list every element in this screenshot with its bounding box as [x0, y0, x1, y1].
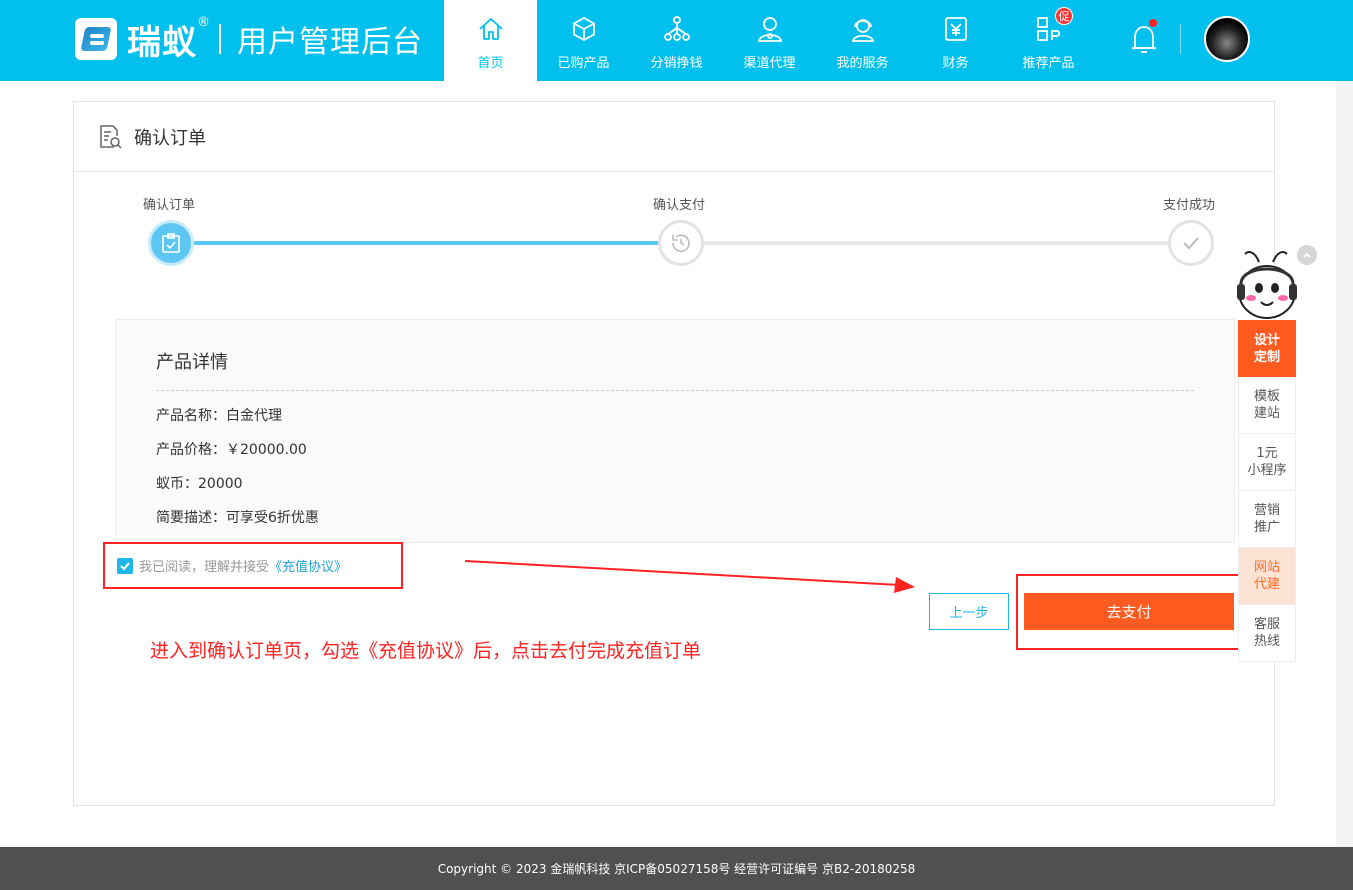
- side-item-template-site[interactable]: 模板 建站: [1238, 377, 1296, 434]
- step-label-confirm-order: 确认订单: [143, 198, 196, 213]
- main-nav: 首页 已购产品 分销挣钱 渠道代理 我的服务 财务 促 推荐产品: [444, 0, 1095, 81]
- logo-brand: 瑞蚁 ®: [127, 14, 211, 63]
- history-clock-icon: [672, 234, 690, 253]
- top-header: 瑞蚁 ® 用户管理后台 首页 已购产品 分销挣钱 渠道代理 我的服务 财务 促 …: [0, 0, 1353, 81]
- side-item-design-custom[interactable]: 设计 定制: [1238, 320, 1296, 377]
- avatar[interactable]: [1204, 16, 1250, 62]
- nav-recommended[interactable]: 促 推荐产品: [1002, 0, 1095, 81]
- registered-mark: ®: [197, 14, 211, 30]
- nav-label: 渠道代理: [743, 56, 796, 71]
- nav-home[interactable]: 首页: [444, 0, 537, 81]
- step-label-confirm-pay: 确认支付: [653, 198, 706, 213]
- step-circle-confirm-pay: [658, 220, 704, 266]
- checkmark-icon: [1183, 237, 1199, 250]
- product-detail-box: 产品详情 产品名称：白金代理 产品价格：￥20000.00 蚁币：20000 简…: [115, 319, 1235, 543]
- scrollbar[interactable]: [1336, 81, 1353, 847]
- order-search-icon: [100, 124, 122, 149]
- annotation-arrow-icon: [464, 560, 915, 593]
- footer: Copyright © 2023 金瑞帆科技 京ICP备05027158号 经营…: [0, 847, 1353, 890]
- detail-row-product-price: 产品价格：￥20000.00: [156, 442, 307, 458]
- side-item-label: 营销 推广: [1253, 503, 1280, 535]
- app-subtitle: 用户管理后台: [237, 25, 423, 60]
- nav-label: 财务: [942, 56, 969, 71]
- step-circle-confirm-order: [148, 220, 194, 266]
- header-divider: [1180, 24, 1181, 54]
- side-item-marketing[interactable]: 营销 推广: [1238, 491, 1296, 548]
- bell-icon[interactable]: [1129, 22, 1159, 56]
- agreement-text: 我已阅读，理解并接受《充值协议》: [139, 556, 347, 575]
- go-pay-button[interactable]: 去支付: [1024, 593, 1234, 630]
- side-item-mini-program[interactable]: 1元 小程序: [1238, 434, 1296, 491]
- agreement-highlight-box: 我已阅读，理解并接受《充值协议》: [103, 542, 403, 589]
- nav-purchased[interactable]: 已购产品: [537, 0, 630, 81]
- detail-row-product-name: 产品名称：白金代理: [156, 408, 282, 424]
- service-headset-icon: [848, 14, 878, 44]
- home-icon: [476, 14, 506, 44]
- confirm-order-panel: 确认订单 确认订单 确认支付 支付成功 产品详情 产品名称：白金代理 产品价格：…: [73, 101, 1275, 806]
- side-float-bar: 设计 定制 模板 建站 1元 小程序 营销 推广 网站 代建 客服 热线: [1238, 320, 1296, 662]
- logo-mark-icon: [75, 18, 117, 60]
- side-item-label: 模板 建站: [1253, 389, 1280, 421]
- notification-dot: [1149, 19, 1157, 27]
- nav-label: 推荐产品: [1022, 56, 1075, 71]
- detail-title: 产品详情: [156, 348, 1194, 391]
- check-icon: [120, 561, 130, 570]
- nav-label: 已购产品: [557, 56, 610, 71]
- prev-step-button[interactable]: 上一步: [929, 593, 1009, 630]
- step-progress-line-done: [184, 241, 664, 245]
- nav-my-services[interactable]: 我的服务: [816, 0, 909, 81]
- side-item-website-build[interactable]: 网站 代建: [1238, 548, 1296, 605]
- nav-channel-agent[interactable]: 渠道代理: [723, 0, 816, 81]
- annotation-note: 进入到确认订单页，勾选《充值协议》后，点击去付完成充值订单: [150, 640, 702, 662]
- side-item-hotline[interactable]: 客服 热线: [1238, 605, 1296, 662]
- finance-yen-icon: [941, 14, 971, 44]
- logo-divider: [219, 24, 221, 54]
- side-item-label: 1元 小程序: [1247, 446, 1287, 478]
- box-icon: [569, 14, 599, 44]
- agreement-checkbox[interactable]: [117, 557, 133, 574]
- agent-user-icon: [755, 14, 785, 44]
- nav-finance[interactable]: 财务: [909, 0, 1002, 81]
- side-item-label: 网站 代建: [1253, 560, 1280, 592]
- step-label-pay-success: 支付成功: [1163, 198, 1216, 213]
- footer-copyright: Copyright © 2023 金瑞帆科技 京ICP备05027158号 经营…: [437, 862, 916, 876]
- side-bar-collapse-button[interactable]: [1297, 245, 1317, 265]
- step-circle-pay-success: [1168, 220, 1214, 266]
- nav-label: 分销挣钱: [650, 56, 703, 71]
- nav-label: 我的服务: [836, 56, 889, 71]
- promo-badge: 促: [1055, 7, 1073, 25]
- logo[interactable]: 瑞蚁 ® 用户管理后台: [75, 15, 423, 63]
- side-item-label: 设计 定制: [1253, 332, 1280, 365]
- detail-row-coins: 蚁币：20000: [156, 476, 243, 492]
- nav-label: 首页: [477, 56, 504, 71]
- nav-distribution[interactable]: 分销挣钱: [630, 0, 723, 81]
- recharge-agreement-link[interactable]: 《充值协议》: [269, 560, 347, 575]
- clipboard-check-icon: [162, 233, 180, 253]
- share-tree-icon: [662, 14, 692, 44]
- page-title: 确认订单: [134, 127, 206, 149]
- side-item-label: 客服 热线: [1253, 617, 1280, 649]
- step-progress-line-pending: [704, 241, 1174, 245]
- agreement-prefix: 我已阅读，理解并接受: [139, 560, 270, 575]
- detail-row-description: 简要描述：可享受6折优惠: [156, 510, 319, 526]
- panel-header: 确认订单: [74, 102, 1274, 172]
- chevron-up-icon: [1303, 252, 1311, 258]
